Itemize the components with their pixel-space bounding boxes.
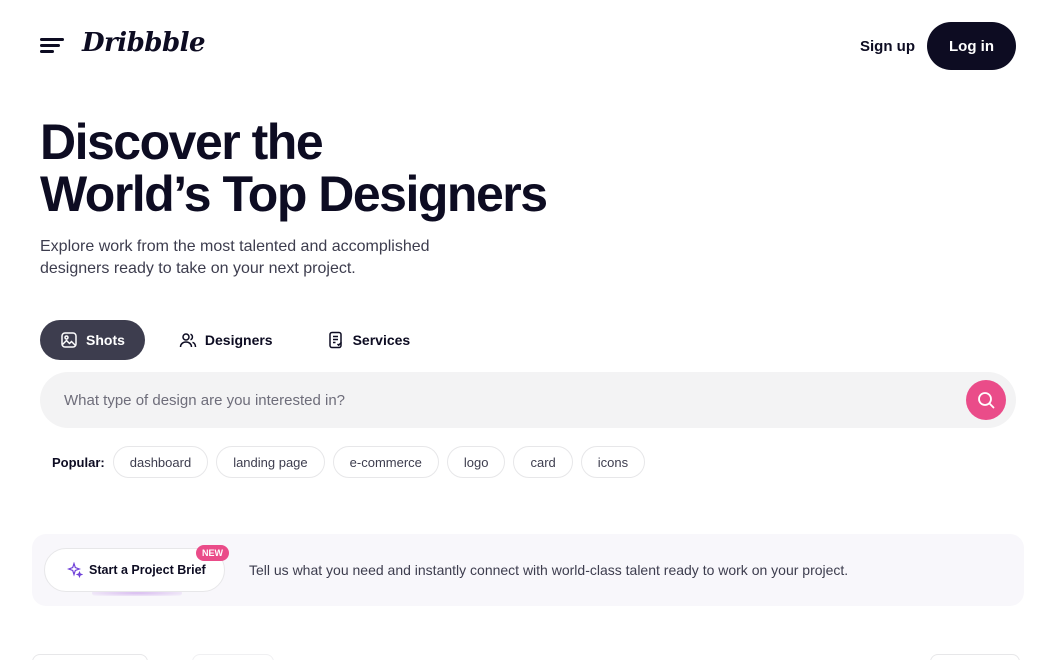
- tab-shots[interactable]: Shots: [40, 320, 145, 360]
- tab-label: Shots: [86, 332, 125, 348]
- sparkle-icon: [67, 562, 83, 578]
- hero-title-line1: Discover the: [40, 114, 324, 170]
- popular-label: Popular:: [52, 454, 105, 470]
- popular-tags: Popular: dashboard landing page e-commer…: [52, 446, 646, 478]
- search-icon: [978, 392, 995, 409]
- tag-chip[interactable]: logo: [446, 446, 506, 478]
- hero-subtitle: Explore work from the most talented and …: [40, 238, 430, 277]
- tag-chip[interactable]: landing page: [216, 446, 325, 478]
- tab-label: Services: [352, 332, 411, 348]
- search-input[interactable]: [64, 372, 944, 428]
- users-icon: [179, 333, 197, 348]
- card-peek: [930, 654, 1020, 660]
- login-button[interactable]: Log in: [927, 22, 1016, 70]
- brief-button-label: Start a Project Brief: [89, 563, 206, 577]
- hamburger-menu-icon[interactable]: [38, 34, 66, 58]
- hero-title: Discover the World’s Top Designers: [40, 114, 548, 222]
- image-icon: [61, 332, 77, 348]
- search-button[interactable]: [966, 380, 1006, 420]
- tag-chip[interactable]: dashboard: [112, 446, 209, 478]
- dribbble-logo[interactable]: Dribbble: [82, 28, 206, 58]
- signup-link[interactable]: Sign up: [860, 38, 915, 55]
- tab-designers[interactable]: Designers: [159, 320, 293, 360]
- tab-label: Designers: [204, 332, 273, 348]
- brief-description: Tell us what you need and instantly conn…: [249, 562, 849, 578]
- card-peek: [32, 654, 148, 660]
- card-peek: [192, 654, 274, 660]
- search-type-tabs: Shots Designers Services: [40, 320, 444, 360]
- tag-chip[interactable]: card: [513, 446, 573, 478]
- new-badge: NEW: [196, 545, 229, 561]
- project-brief-banner: Start a Project Brief NEW Tell us what y…: [32, 534, 1024, 606]
- tag-chip[interactable]: icons: [580, 446, 646, 478]
- tag-chip[interactable]: e-commerce: [332, 446, 439, 478]
- document-icon: [328, 331, 342, 349]
- page: Dribbble Sign up Log in Discover the Wor…: [0, 0, 1056, 660]
- header: Dribbble Sign up Log in: [0, 0, 1056, 92]
- tab-services[interactable]: Services: [307, 320, 431, 360]
- hero-title-line2: World’s Top Designers: [40, 166, 548, 222]
- search-bar: [40, 372, 1016, 428]
